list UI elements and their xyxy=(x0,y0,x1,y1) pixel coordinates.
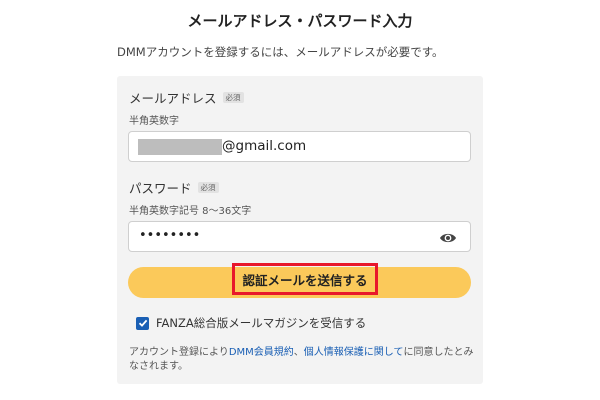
send-verification-email-label: 認証メールを送信する xyxy=(242,273,368,288)
page-title: メールアドレス・パスワード入力 xyxy=(187,12,413,30)
terms-link[interactable]: DMM会員規約 xyxy=(229,347,294,358)
terms-prefix: アカウント登録により xyxy=(129,347,229,358)
send-verification-email-button[interactable]: 認証メールを送信する xyxy=(128,263,471,298)
newsletter-checkbox[interactable] xyxy=(136,316,149,330)
password-label-row: パスワード 必須 xyxy=(129,178,219,197)
eye-icon[interactable] xyxy=(439,230,457,244)
terms-notice: アカウント登録によりDMM会員規約、個人情報保護に関してに同意したとみなされます… xyxy=(129,346,474,374)
password-field[interactable]: •••••••• xyxy=(128,221,471,252)
password-value: •••••••• xyxy=(139,228,201,243)
email-label-row: メールアドレス 必須 xyxy=(129,88,244,107)
masked-email-prefix xyxy=(138,139,222,155)
email-field[interactable]: @gmail.com xyxy=(128,131,471,162)
email-domain-value: @gmail.com xyxy=(222,138,307,154)
email-helper: 半角英数字 xyxy=(129,116,179,127)
terms-separator: 、 xyxy=(293,347,304,358)
checkmark-icon xyxy=(138,319,147,327)
intro-text: DMMアカウントを登録するには、メールアドレスが必要です。 xyxy=(117,45,444,59)
registration-card: メールアドレス 必須 半角英数字 @gmail.com パスワード 必須 半角英… xyxy=(117,76,483,384)
newsletter-option: FANZA総合版メールマガジンを受信する xyxy=(136,315,366,331)
highlight-box: 認証メールを送信する xyxy=(232,263,378,295)
email-label: メールアドレス xyxy=(129,91,217,106)
privacy-link[interactable]: 個人情報保護に関して xyxy=(304,347,404,358)
email-required-badge: 必須 xyxy=(222,91,244,104)
password-label: パスワード xyxy=(129,181,192,196)
password-required-badge: 必須 xyxy=(197,181,219,194)
newsletter-label: FANZA総合版メールマガジンを受信する xyxy=(156,316,367,330)
password-helper: 半角英数字記号 8～36文字 xyxy=(129,206,252,217)
